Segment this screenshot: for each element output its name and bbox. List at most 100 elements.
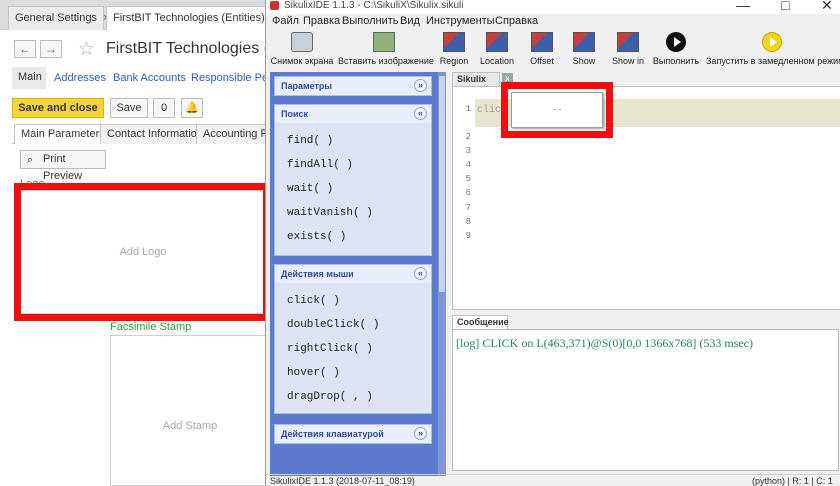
subnav-responsible-persons[interactable]: Responsible Persons bbox=[191, 72, 270, 84]
camera-icon bbox=[291, 32, 313, 52]
command-exists[interactable]: exists( ) bbox=[287, 231, 346, 243]
stamp-label: Facsimile Stamp bbox=[110, 321, 192, 333]
menu-tools[interactable]: Инструменты bbox=[426, 15, 495, 27]
panel-title: Поиск bbox=[281, 109, 309, 119]
panel-header[interactable]: Поиск « bbox=[275, 105, 431, 123]
command-sidebar: Параметры » Поиск « find( ) findAll( ) w… bbox=[270, 72, 446, 476]
command-click[interactable]: click( ) bbox=[287, 295, 340, 307]
collapse-chevron-icon[interactable]: « bbox=[414, 107, 427, 120]
stamp-placeholder: Add Stamp bbox=[162, 420, 218, 432]
panel-title: Параметры bbox=[281, 81, 333, 91]
command-rightclick[interactable]: rightClick( ) bbox=[287, 343, 373, 355]
command-findall[interactable]: findAll( ) bbox=[287, 159, 353, 171]
slow-run-button[interactable]: Запустить в замедленном режиме bbox=[706, 30, 840, 70]
scrollbar-thumb[interactable] bbox=[439, 76, 445, 292]
tab-main-parameters[interactable]: Main Parameters bbox=[14, 124, 112, 144]
editor-tab-sikulix[interactable]: Sikulix x bbox=[452, 72, 513, 86]
panel-header[interactable]: Действия клавиатурой » bbox=[275, 425, 431, 443]
command-doubleclick[interactable]: doubleClick( ) bbox=[287, 319, 379, 331]
panel-header[interactable]: Действия мыши « bbox=[275, 265, 431, 283]
toolbar: Снимок экрана Вставить изображение Regio… bbox=[266, 30, 840, 70]
run-icon bbox=[666, 32, 686, 52]
line-number: 6 bbox=[465, 188, 471, 198]
maximize-icon[interactable]: □ bbox=[781, 0, 789, 13]
toolbar-label: Запустить в замедленном режиме bbox=[706, 56, 840, 66]
show-icon bbox=[573, 32, 595, 52]
tab-firstbit-entities[interactable]: FirstBIT Technologies (Entities) *× bbox=[106, 6, 270, 30]
toolbar-label: Location bbox=[479, 56, 515, 66]
location-icon bbox=[486, 32, 508, 52]
status-version: SikulixIDE 1.1.3 (2018-07-11_08:19) bbox=[270, 476, 415, 486]
command-dragdrop[interactable]: dragDrop( , ) bbox=[287, 391, 373, 403]
region-button[interactable]: Region bbox=[436, 30, 472, 70]
toolbar-label: Выполнить bbox=[652, 56, 700, 66]
back-arrow-icon[interactable]: ← bbox=[14, 40, 36, 58]
title-bar: SikulixIDE 1.1.3 - C:\SikuliX\Sikulix.si… bbox=[266, 0, 840, 14]
minimize-icon[interactable]: — bbox=[736, 0, 750, 13]
menu-run[interactable]: Выполнить bbox=[342, 15, 398, 27]
panel-parameters[interactable]: Параметры » bbox=[274, 76, 432, 96]
star-icon[interactable]: ☆ bbox=[78, 38, 95, 61]
expand-chevron-icon[interactable]: » bbox=[414, 427, 427, 440]
tab-label: FirstBIT Technologies (Entities) * bbox=[113, 12, 270, 24]
offset-button[interactable]: Offset bbox=[524, 30, 560, 70]
add-stamp-area[interactable]: Add Stamp bbox=[110, 335, 270, 486]
tab-accounting-parameters[interactable]: Accounting Parameters bbox=[196, 124, 270, 144]
sidebar-scrollbar[interactable] bbox=[438, 72, 446, 476]
screenshot-button[interactable]: Снимок экрана bbox=[266, 30, 338, 70]
forward-arrow-icon[interactable]: → bbox=[40, 40, 62, 58]
location-button[interactable]: Location bbox=[477, 30, 517, 70]
line-number: 5 bbox=[465, 174, 471, 184]
tab-contact-information[interactable]: Contact Information bbox=[100, 124, 210, 144]
subnav-bank-accounts[interactable]: Bank Accounts bbox=[113, 72, 186, 84]
save-button[interactable]: Save bbox=[110, 98, 148, 118]
collapse-chevron-icon[interactable]: « bbox=[414, 267, 427, 280]
print-preview-button[interactable]: ⌕ Print Preview bbox=[20, 150, 106, 182]
subnav-addresses[interactable]: Addresses bbox=[54, 72, 106, 84]
line-number: 9 bbox=[465, 231, 471, 241]
menu-help[interactable]: Справка bbox=[495, 15, 538, 27]
menu-edit[interactable]: Правка bbox=[303, 15, 340, 27]
close-icon[interactable]: ✕ bbox=[821, 0, 833, 14]
sikulix-ide-window: SikulixIDE 1.1.3 - C:\SikuliX\Sikulix.si… bbox=[265, 0, 840, 486]
toolbar-label: Show bbox=[572, 56, 596, 66]
editor-tab-label: Sikulix bbox=[457, 74, 487, 84]
panel-header[interactable]: Параметры » bbox=[275, 77, 431, 95]
bell-icon[interactable]: 🔔 bbox=[181, 98, 203, 118]
message-log: [log] CLICK on L(463,371)@S(0)[0,0 1366x… bbox=[452, 329, 839, 471]
save-and-close-button[interactable]: Save and close bbox=[12, 98, 104, 118]
show-button[interactable]: Show bbox=[568, 30, 600, 70]
menu-file[interactable]: Файл bbox=[272, 15, 299, 27]
insert-image-button[interactable]: Вставить изображение bbox=[338, 30, 434, 70]
panel-title: Действия мыши bbox=[281, 269, 354, 279]
expand-chevron-icon[interactable]: » bbox=[414, 79, 427, 92]
line-number: 2 bbox=[465, 132, 471, 142]
toolbar-label: Show in bbox=[611, 56, 645, 66]
toolbar-label: Снимок экрана bbox=[270, 56, 334, 66]
window-title: SikulixIDE 1.1.3 - C:\SikuliX\Sikulix.si… bbox=[284, 0, 464, 11]
app-icon bbox=[270, 1, 279, 10]
line-number-gutter: 1 2 3 4 5 6 7 8 9 bbox=[453, 87, 475, 309]
subnav-main[interactable]: Main bbox=[12, 67, 46, 89]
line-number: 8 bbox=[465, 217, 471, 227]
menu-view[interactable]: Вид bbox=[400, 15, 420, 27]
run-button[interactable]: Выполнить bbox=[652, 30, 700, 70]
command-waitvanish[interactable]: waitVanish( ) bbox=[287, 207, 373, 219]
script-editor[interactable]: 1 2 3 4 5 6 7 8 9 click - - bbox=[452, 82, 840, 310]
command-hover[interactable]: hover( ) bbox=[287, 367, 340, 379]
paperclip-icon[interactable]: 0 bbox=[153, 98, 175, 118]
toolbar-label: Offset bbox=[530, 56, 554, 66]
region-icon bbox=[443, 32, 465, 52]
line-number: 3 bbox=[465, 146, 471, 156]
highlight-screenshot bbox=[501, 82, 613, 138]
message-tab[interactable]: Сообщение bbox=[452, 315, 509, 329]
panel-keyboard-actions[interactable]: Действия клавиатурой » bbox=[274, 424, 432, 444]
tab-general-settings[interactable]: General Settings× bbox=[8, 6, 109, 30]
page-title: FirstBIT Technologies (Entities) bbox=[106, 40, 270, 57]
slow-run-icon bbox=[762, 32, 782, 52]
message-pane: Сообщение [log] CLICK on L(463,371)@S(0)… bbox=[452, 315, 840, 473]
command-find[interactable]: find( ) bbox=[287, 135, 333, 147]
command-wait[interactable]: wait( ) bbox=[287, 183, 333, 195]
show-in-button[interactable]: Show in bbox=[609, 30, 647, 70]
line-number: 4 bbox=[465, 160, 471, 170]
